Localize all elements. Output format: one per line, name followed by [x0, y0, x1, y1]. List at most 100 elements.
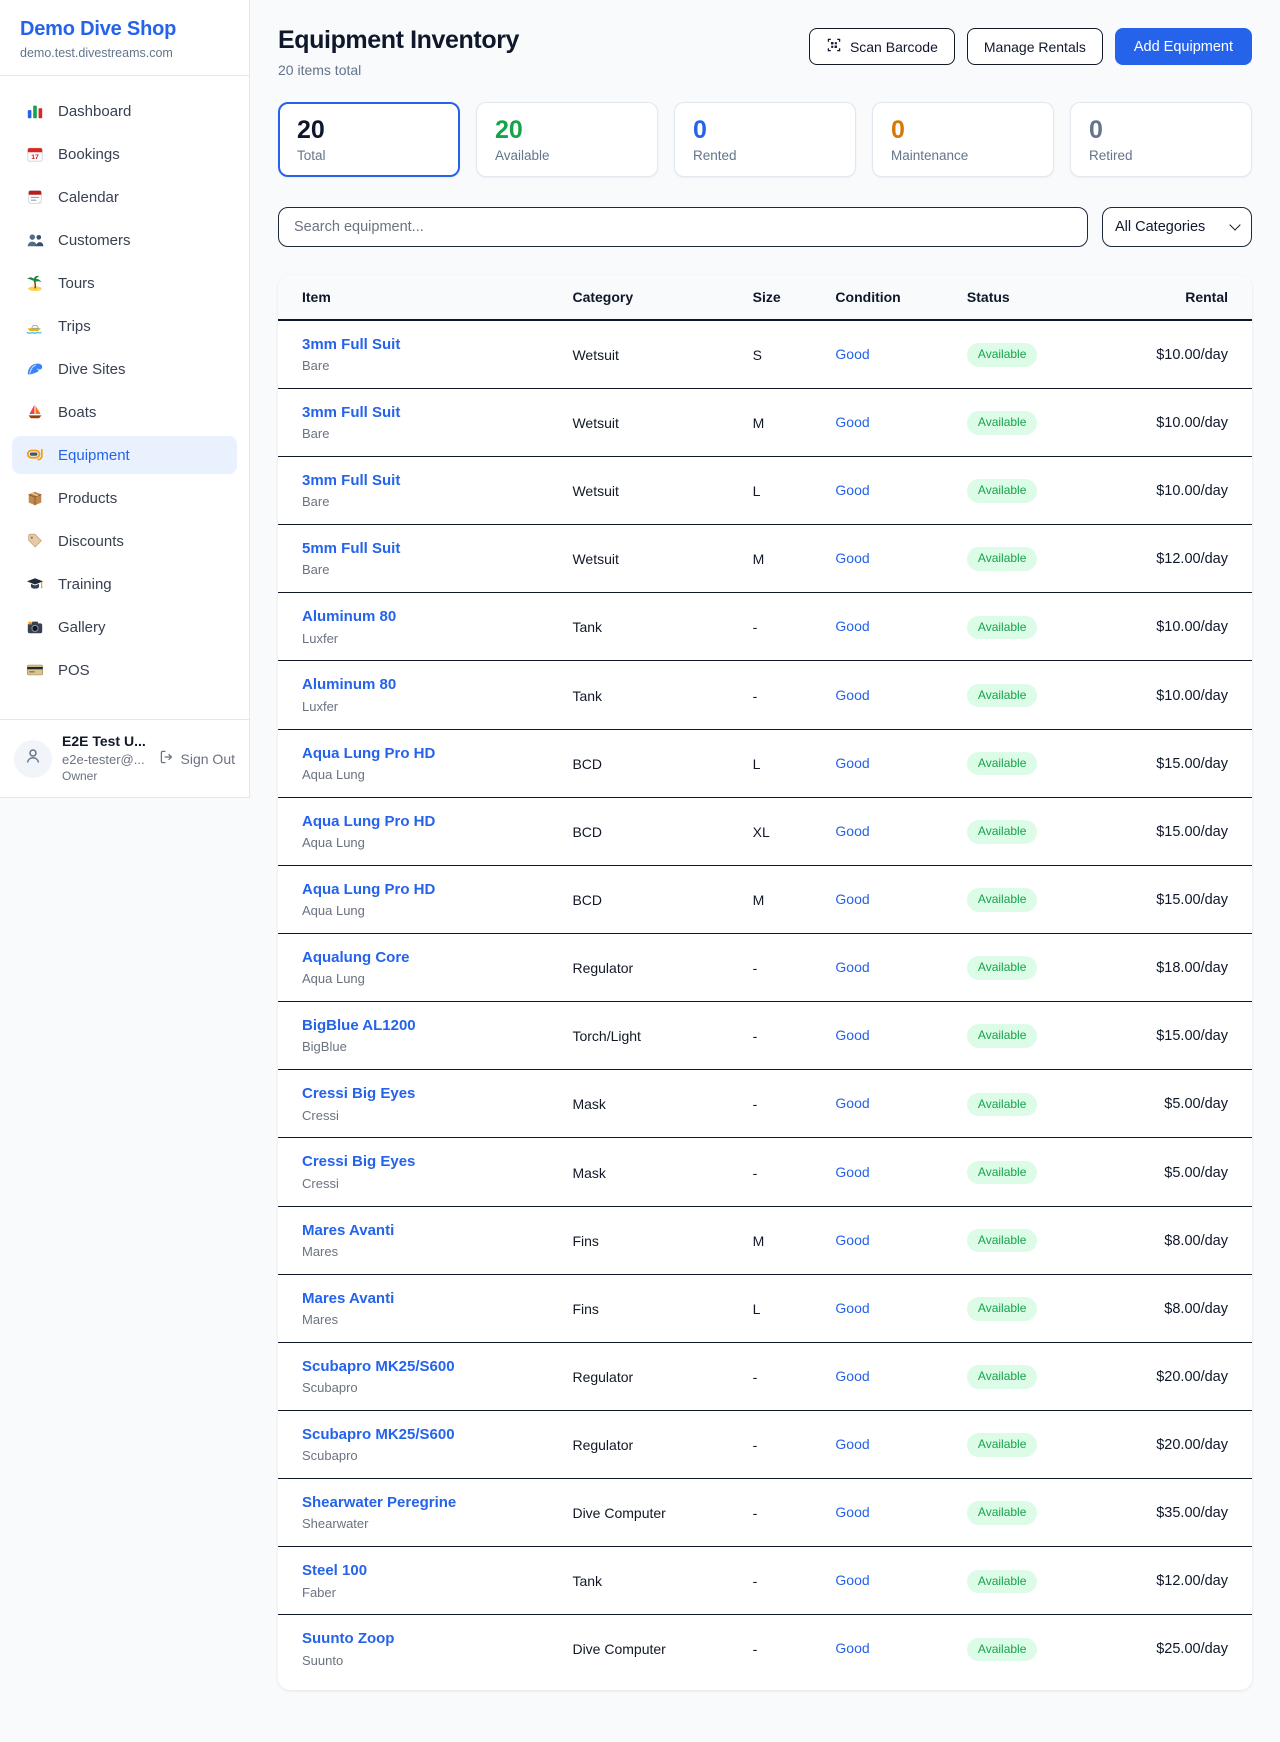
item-name-link[interactable]: 3mm Full Suit — [302, 471, 400, 491]
sidebar-item-discounts[interactable]: Discounts — [12, 522, 237, 560]
condition-link[interactable]: Good — [835, 346, 869, 362]
item-category: Wetsuit — [560, 388, 740, 456]
item-name-link[interactable]: Cressi Big Eyes — [302, 1152, 415, 1172]
sidebar-item-bookings[interactable]: 17 Bookings — [12, 135, 237, 173]
sidebar-item-pos[interactable]: POS — [12, 651, 237, 689]
col-condition: Condition — [823, 275, 954, 320]
condition-link[interactable]: Good — [835, 823, 869, 839]
item-category: Tank — [560, 1547, 740, 1615]
table-row: Cressi Big Eyes Cressi Mask - Good Avail… — [278, 1138, 1252, 1206]
table-row: Mares Avanti Mares Fins L Good Available… — [278, 1274, 1252, 1342]
item-brand: Bare — [302, 494, 548, 511]
stat-card-retired[interactable]: 0 Retired — [1070, 102, 1252, 177]
stat-card-available[interactable]: 20 Available — [476, 102, 658, 177]
rental-price: $10.00/day — [1125, 320, 1252, 389]
header-actions: Scan Barcode Manage Rentals Add Equipmen… — [809, 28, 1252, 65]
equipment-table: Item Category Size Condition Status Rent… — [278, 275, 1252, 1690]
item-name-link[interactable]: Mares Avanti — [302, 1221, 394, 1241]
condition-link[interactable]: Good — [835, 1164, 869, 1180]
condition-link[interactable]: Good — [835, 414, 869, 430]
sidebar-nav: Dashboard 17 Bookings Calendar Customers… — [0, 76, 249, 719]
condition-link[interactable]: Good — [835, 1095, 869, 1111]
condition-link[interactable]: Good — [835, 1436, 869, 1452]
sidebar-item-dive-sites[interactable]: Dive Sites — [12, 350, 237, 388]
condition-link[interactable]: Good — [835, 1504, 869, 1520]
item-size: - — [741, 1002, 824, 1070]
item-name-link[interactable]: Aluminum 80 — [302, 675, 396, 695]
item-name-link[interactable]: Shearwater Peregrine — [302, 1493, 456, 1513]
sidebar-item-customers[interactable]: Customers — [12, 221, 237, 259]
item-size: - — [741, 1070, 824, 1138]
stat-card-total[interactable]: 20 Total — [278, 102, 460, 177]
item-name-link[interactable]: Cressi Big Eyes — [302, 1084, 415, 1104]
condition-link[interactable]: Good — [835, 1232, 869, 1248]
item-name-link[interactable]: Steel 100 — [302, 1561, 367, 1581]
sidebar-item-tours[interactable]: Tours — [12, 264, 237, 302]
status-badge: Available — [967, 1297, 1037, 1321]
sidebar-item-dashboard[interactable]: Dashboard — [12, 92, 237, 130]
item-name-link[interactable]: Aqualung Core — [302, 948, 410, 968]
item-name-link[interactable]: Aqua Lung Pro HD — [302, 880, 435, 900]
sidebar-item-gallery[interactable]: Gallery — [12, 608, 237, 646]
sign-out-button[interactable]: Sign Out — [159, 749, 235, 768]
search-input[interactable] — [278, 207, 1088, 247]
stat-card-rented[interactable]: 0 Rented — [674, 102, 856, 177]
item-name-link[interactable]: Scubapro MK25/S600 — [302, 1357, 455, 1377]
item-name-link[interactable]: BigBlue AL1200 — [302, 1016, 416, 1036]
condition-link[interactable]: Good — [835, 1027, 869, 1043]
item-name-link[interactable]: Suunto Zoop — [302, 1629, 394, 1649]
item-name-link[interactable]: Aqua Lung Pro HD — [302, 744, 435, 764]
item-name-link[interactable]: 3mm Full Suit — [302, 335, 400, 355]
item-size: - — [741, 934, 824, 1002]
condition-link[interactable]: Good — [835, 1368, 869, 1384]
scan-barcode-button[interactable]: Scan Barcode — [809, 28, 955, 65]
condition-link[interactable]: Good — [835, 959, 869, 975]
condition-link[interactable]: Good — [835, 482, 869, 498]
status-badge: Available — [967, 1024, 1037, 1048]
item-name-link[interactable]: Mares Avanti — [302, 1289, 394, 1309]
sidebar-item-training[interactable]: Training — [12, 565, 237, 603]
dive-sites-icon — [25, 359, 45, 379]
condition-link[interactable]: Good — [835, 618, 869, 634]
sidebar-item-equipment[interactable]: Equipment — [12, 436, 237, 474]
table-row: BigBlue AL1200 BigBlue Torch/Light - Goo… — [278, 1002, 1252, 1070]
table-row: 5mm Full Suit Bare Wetsuit M Good Availa… — [278, 525, 1252, 593]
item-category: Wetsuit — [560, 457, 740, 525]
trips-icon — [25, 316, 45, 336]
category-select[interactable]: All Categories — [1102, 207, 1252, 247]
add-equipment-button[interactable]: Add Equipment — [1115, 28, 1252, 65]
item-name-link[interactable]: 3mm Full Suit — [302, 403, 400, 423]
user-name: E2E Test U... — [62, 733, 149, 751]
item-name-link[interactable]: Scubapro MK25/S600 — [302, 1425, 455, 1445]
condition-link[interactable]: Good — [835, 1300, 869, 1316]
sidebar-item-products[interactable]: Products — [12, 479, 237, 517]
item-name-link[interactable]: Aluminum 80 — [302, 607, 396, 627]
table-row: Aluminum 80 Luxfer Tank - Good Available… — [278, 661, 1252, 729]
item-category: BCD — [560, 797, 740, 865]
condition-link[interactable]: Good — [835, 687, 869, 703]
status-badge: Available — [967, 820, 1037, 844]
condition-link[interactable]: Good — [835, 891, 869, 907]
stat-label: Available — [495, 148, 639, 163]
sidebar-item-calendar[interactable]: Calendar — [12, 178, 237, 216]
condition-link[interactable]: Good — [835, 550, 869, 566]
item-size: M — [741, 388, 824, 456]
logout-icon — [159, 749, 175, 768]
condition-link[interactable]: Good — [835, 1572, 869, 1588]
sidebar-item-label: Products — [58, 490, 117, 507]
status-badge: Available — [967, 479, 1037, 503]
item-name-link[interactable]: Aqua Lung Pro HD — [302, 812, 435, 832]
status-badge: Available — [967, 547, 1037, 571]
stat-card-maintenance[interactable]: 0 Maintenance — [872, 102, 1054, 177]
item-category: BCD — [560, 865, 740, 933]
discounts-icon — [25, 531, 45, 551]
item-name-link[interactable]: 5mm Full Suit — [302, 539, 400, 559]
item-brand: Aqua Lung — [302, 971, 548, 988]
item-size: - — [741, 593, 824, 661]
condition-link[interactable]: Good — [835, 1640, 869, 1656]
status-badge: Available — [967, 1093, 1037, 1117]
sidebar-item-boats[interactable]: Boats — [12, 393, 237, 431]
sidebar-item-trips[interactable]: Trips — [12, 307, 237, 345]
condition-link[interactable]: Good — [835, 755, 869, 771]
manage-rentals-button[interactable]: Manage Rentals — [967, 28, 1103, 65]
